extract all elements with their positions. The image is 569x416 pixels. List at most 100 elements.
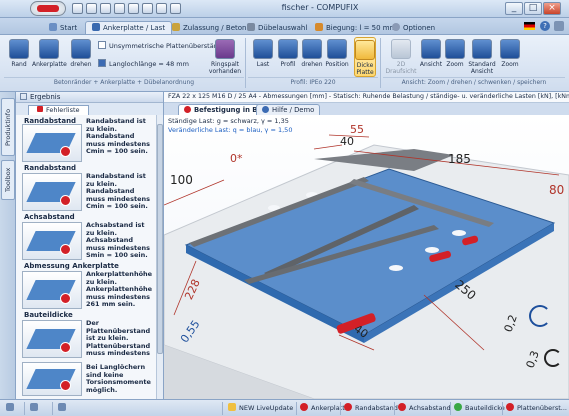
status-bauteildicke[interactable]: Bauteildicke <box>454 403 505 414</box>
dim-label: 40 <box>340 135 354 148</box>
undo-icon[interactable] <box>156 3 167 14</box>
anchor-hole <box>452 230 466 236</box>
tab-produktinfo[interactable]: Produktinfo <box>1 98 15 156</box>
error-icon <box>300 403 308 411</box>
pdf-icon[interactable] <box>128 3 139 14</box>
status-label: Plattenüberst... <box>517 404 567 412</box>
unsymm-checkbox[interactable]: Unsymmetrische Plattenüberstände <box>98 41 226 50</box>
tab-start[interactable]: Start <box>42 21 84 34</box>
error-icon <box>60 146 71 157</box>
status-divider <box>296 402 297 415</box>
tab-hilfe-demo[interactable]: Hilfe / Demo <box>256 104 321 115</box>
tab-label: Dübelauswahl <box>258 24 308 32</box>
help-icon[interactable]: ? <box>540 21 550 31</box>
close-button[interactable]: × <box>543 2 561 15</box>
drehen2-label: drehen <box>301 61 323 68</box>
status-achsabstand[interactable]: Achsabstand <box>398 403 451 414</box>
zoom-in-button[interactable]: Zoom <box>442 39 468 68</box>
edge-distance-thumbnail <box>22 124 82 162</box>
new-file-icon[interactable] <box>86 3 97 14</box>
error-icon <box>506 403 514 411</box>
minimize-ribbon-icon[interactable] <box>554 21 564 31</box>
profil-button[interactable]: Profil <box>275 39 301 68</box>
status-print-icon[interactable] <box>58 403 69 414</box>
item-title: Bauteildicke <box>24 311 73 319</box>
side-tab-strip: Produktinfo Toolbox <box>0 92 16 399</box>
error-icon <box>60 244 71 255</box>
bending-icon <box>315 23 323 31</box>
language-flag-icon[interactable] <box>524 22 535 30</box>
position-label: Position <box>325 61 349 68</box>
tab-label: Zulassung / Beton <box>183 24 247 32</box>
ansicht-button[interactable]: Ansicht <box>418 39 444 68</box>
tab-fehlerliste[interactable]: Fehlerliste <box>28 105 89 115</box>
tab-duebelauswahl[interactable]: Dübelauswahl <box>240 21 314 34</box>
collapse-icon <box>20 93 27 100</box>
results-panel: Ergebnis Fehlerliste Randabstand Randabs… <box>16 92 164 399</box>
update-icon <box>228 403 236 411</box>
home-icon <box>49 23 57 31</box>
item-text: Randabstand ist zu klein. Randabstand mu… <box>86 117 150 155</box>
profil-label: Profil <box>280 61 296 68</box>
zoom-in-label: Zoom <box>446 61 464 68</box>
3d-viewport[interactable]: Ständige Last: g = schwarz, γ = 1,35 Ver… <box>164 115 569 399</box>
edge-distance-thumbnail <box>22 173 82 211</box>
error-icon <box>60 380 71 391</box>
item-text: Der Plattenüberstand ist zu klein. Platt… <box>86 319 151 357</box>
zoom-out-button[interactable]: Zoom <box>497 39 523 68</box>
status-plattenueberstand[interactable]: Plattenüberst... <box>506 403 567 414</box>
status-liveupdate[interactable]: NEW LiveUpdate <box>228 403 293 414</box>
rand-button[interactable]: Rand <box>6 39 32 68</box>
tab-toolbox[interactable]: Toolbox <box>1 160 15 200</box>
slot-icon <box>98 59 106 67</box>
results-header[interactable]: Ergebnis <box>16 92 163 103</box>
dim-label: 80 <box>549 183 565 197</box>
dicke-platte-label: Dicke Platte <box>356 62 374 76</box>
tab-optionen[interactable]: Optionen <box>385 21 442 34</box>
list-item[interactable]: Abmessung Ankerplatte Ankerplattenhöhe z… <box>18 262 154 309</box>
list-item[interactable]: Randabstand Randabstand ist zu klein. Ra… <box>18 164 154 211</box>
print-icon[interactable] <box>114 3 125 14</box>
gear-icon <box>392 23 400 31</box>
status-grid-icon[interactable] <box>6 403 17 414</box>
langloch-checkbox[interactable]: Langlochlänge = 48 mm <box>98 59 189 68</box>
status-ankerplatte[interactable]: Ankerplatte <box>300 403 349 414</box>
standard-ansicht-button[interactable]: Standard Ansicht <box>467 39 497 75</box>
document-tabs: Befestigung in Beton Hilfe / Demo <box>164 103 569 115</box>
anchor-icon <box>247 23 255 31</box>
fischer-logo[interactable] <box>30 1 66 16</box>
plate-size-thumbnail <box>22 271 82 309</box>
save-icon[interactable] <box>72 3 83 14</box>
redo-icon[interactable] <box>170 3 181 14</box>
list-item[interactable]: Bei Langlöchern sind keine Torsionsmomen… <box>18 360 154 398</box>
scrollbar-thumb[interactable] <box>157 124 163 354</box>
status-label: Randabstand <box>355 404 398 412</box>
status-divider <box>222 402 223 415</box>
copy-icon[interactable] <box>142 3 153 14</box>
group-label-view: Ansicht: Zoom / drehen / schwenken / spe… <box>383 77 565 86</box>
status-randabstand[interactable]: Randabstand <box>344 403 398 414</box>
ringspalt-button[interactable]: Ringspalt vorhanden <box>208 39 242 75</box>
minimize-button[interactable]: _ <box>505 2 523 15</box>
open-folder-icon[interactable] <box>100 3 111 14</box>
ok-icon <box>454 403 462 411</box>
checkbox-icon <box>98 41 106 49</box>
status-plate-icon[interactable] <box>30 403 41 414</box>
last-button[interactable]: Last <box>250 39 276 68</box>
list-item[interactable]: Achsabstand Achsabstand ist zu klein. Ac… <box>18 213 154 260</box>
drehen-plate-button[interactable]: drehen <box>68 39 94 68</box>
plate-small-icon <box>30 403 38 411</box>
standard-view-icon <box>472 39 492 59</box>
dicke-platte-button[interactable]: Dicke Platte <box>354 37 376 77</box>
position-button[interactable]: Position <box>322 39 352 68</box>
list-item[interactable]: Randabstand Randabstand ist zu klein. Ra… <box>18 116 154 162</box>
maximize-button[interactable]: □ <box>524 2 542 15</box>
tab-ankerplatte-last[interactable]: Ankerplatte / Last <box>85 21 173 34</box>
ankerplatte-button[interactable]: Ankerplatte <box>32 39 67 68</box>
rotate-icon <box>71 39 91 59</box>
draufsicht-button[interactable]: 2D Draufsicht <box>384 39 418 75</box>
profile-icon <box>278 39 298 59</box>
list-item[interactable]: Bauteildicke Der Plattenüberstand ist zu… <box>18 311 154 358</box>
item-text: Ankerplattenhöhe zu klein. Ankerplattenh… <box>86 270 153 308</box>
concrete-icon <box>184 106 191 113</box>
